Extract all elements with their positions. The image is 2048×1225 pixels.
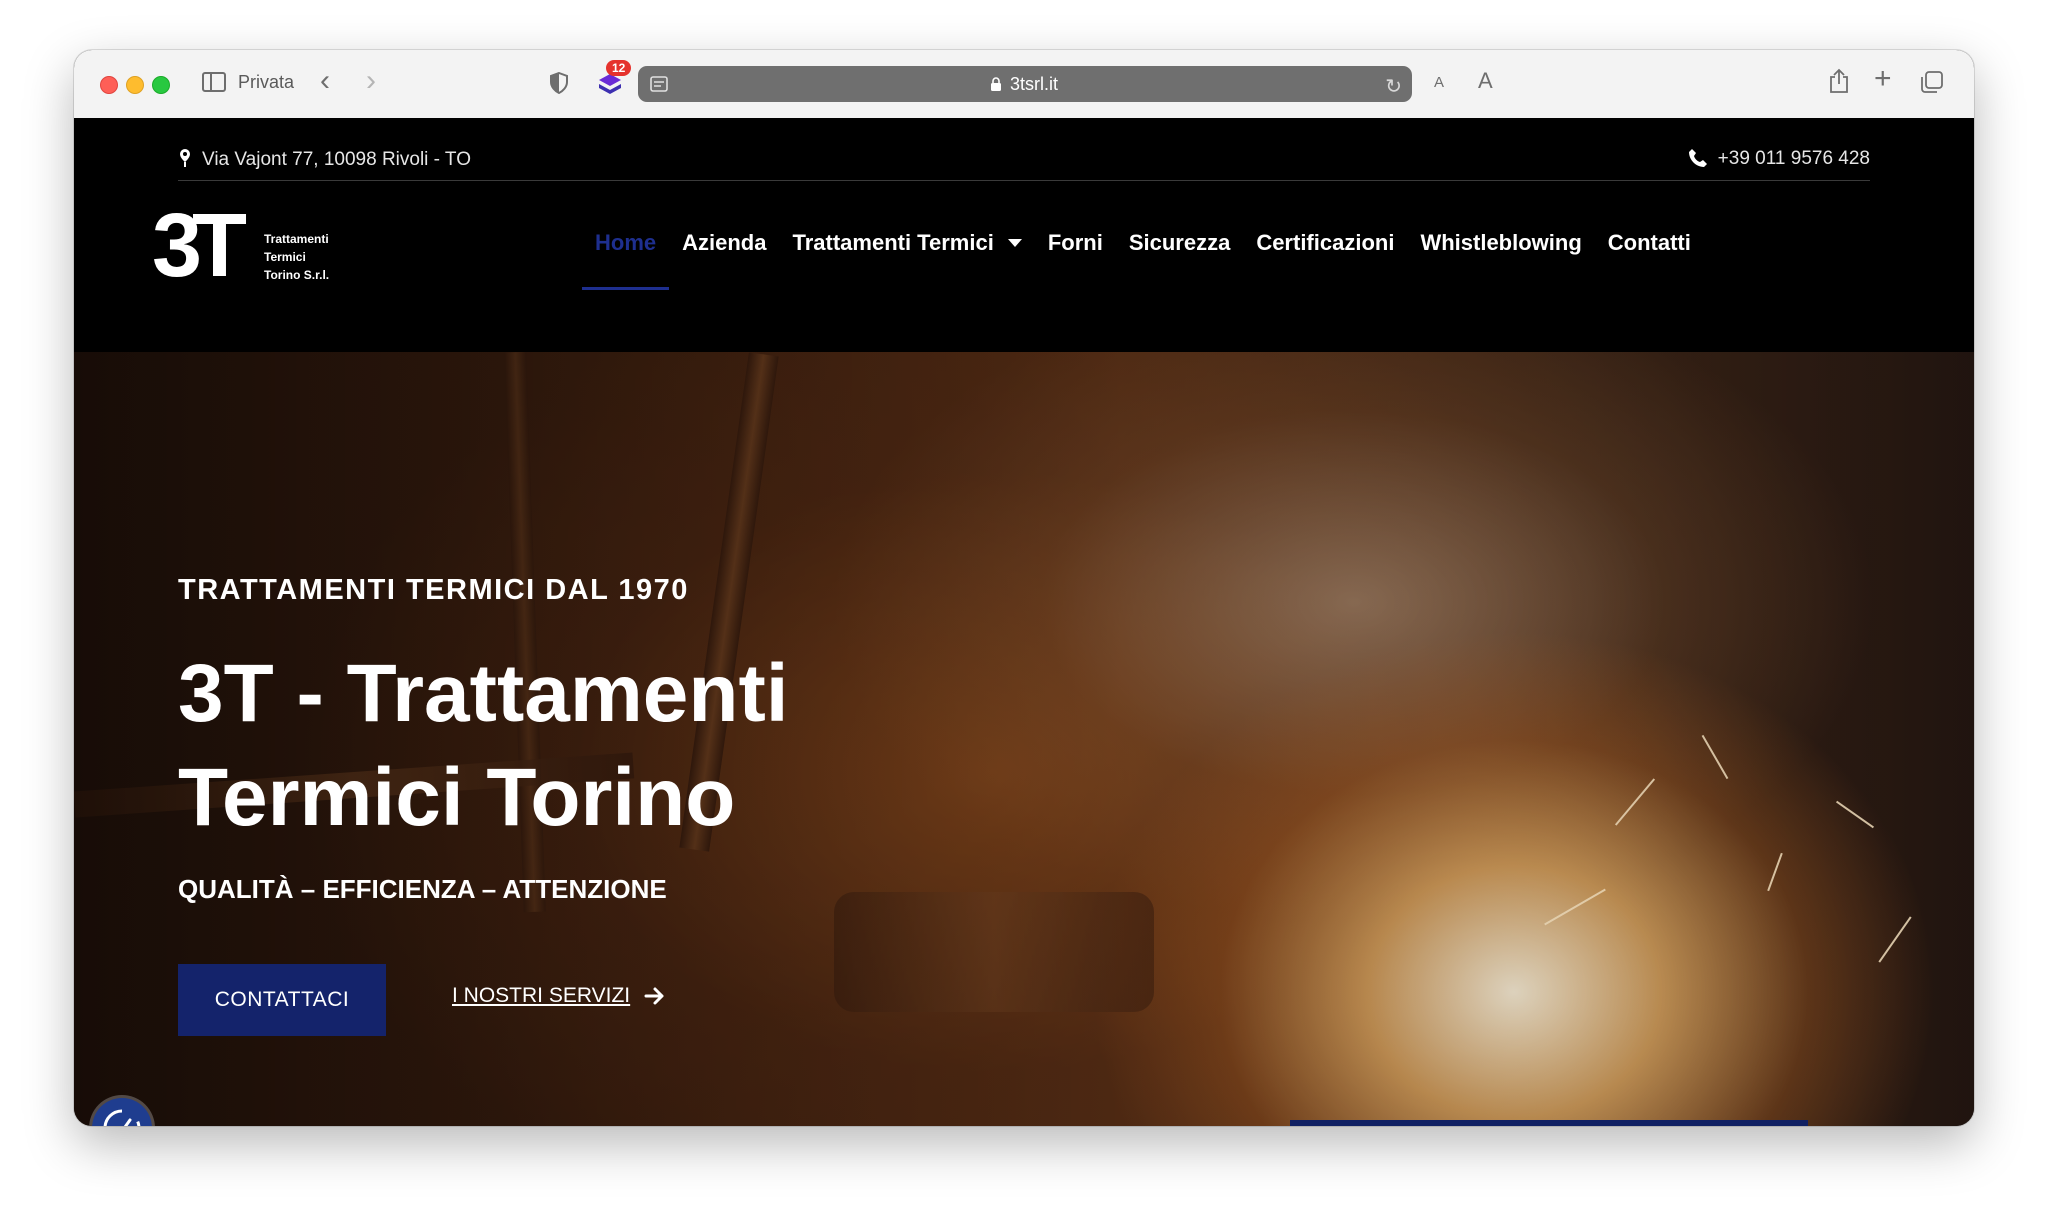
- hero-headline: 3T - Trattamenti Termici Torino: [178, 648, 789, 843]
- forward-arrow-icon[interactable]: ›: [366, 66, 376, 96]
- nostri-servizi-link[interactable]: I NOSTRI SERVIZI: [452, 984, 666, 1008]
- logo-line: Trattamenti: [264, 232, 329, 246]
- browser-toolbar: Privata ‹ › 12 3tsrl.it ↻ A A +: [74, 50, 1974, 119]
- url-text: 3tsrl.it: [1010, 74, 1059, 94]
- privacy-shield-icon[interactable]: [550, 72, 568, 94]
- location-pin-icon: [180, 149, 190, 167]
- logo-text: Trattamenti Termici Torino S.r.l.: [264, 230, 329, 284]
- page-menu-icon[interactable]: [650, 76, 668, 92]
- reload-icon[interactable]: ↻: [1385, 74, 1402, 99]
- bottom-info-bar: [1290, 1120, 1808, 1126]
- logo-mark: 3T: [152, 196, 247, 296]
- share-icon[interactable]: [1828, 68, 1850, 94]
- logo-line: Termici: [264, 250, 306, 264]
- phone-icon: [1688, 149, 1707, 167]
- address-info: Via Vajont 77, 10098 Rivoli - TO: [178, 148, 471, 171]
- accessibility-icon: [103, 1109, 141, 1126]
- phone-info[interactable]: +39 011 9576 428: [1688, 148, 1870, 170]
- nav-trattamenti-termici[interactable]: Trattamenti Termici: [779, 206, 1034, 272]
- extension-badge: 12: [606, 60, 632, 76]
- nav-contatti[interactable]: Contatti: [1595, 206, 1704, 272]
- phone-text[interactable]: +39 011 9576 428: [1718, 148, 1870, 169]
- nav-certificazioni[interactable]: Certificazioni: [1243, 206, 1407, 272]
- back-arrow-icon[interactable]: ‹: [320, 66, 330, 96]
- nav-trattamenti-label: Trattamenti Termici: [792, 230, 994, 255]
- site-header: Via Vajont 77, 10098 Rivoli - TO +39 011…: [74, 118, 1974, 352]
- increase-text-size-button[interactable]: A: [1478, 68, 1493, 94]
- main-navigation: Home Azienda Trattamenti Termici Forni S…: [582, 206, 1704, 290]
- minimize-window-button[interactable]: [126, 76, 144, 94]
- hero-eyebrow: TRATTAMENTI TERMICI DAL 1970: [178, 574, 689, 606]
- logo-line: Torino S.r.l.: [264, 268, 330, 282]
- caret-down-icon[interactable]: [1007, 239, 1022, 247]
- browser-window: Privata ‹ › 12 3tsrl.it ↻ A A + Via Vajo…: [74, 50, 1974, 1126]
- nav-sicurezza[interactable]: Sicurezza: [1116, 206, 1244, 272]
- address-text: Via Vajont 77, 10098 Rivoli - TO: [202, 149, 471, 170]
- address-bar[interactable]: 3tsrl.it ↻: [638, 66, 1412, 102]
- private-mode-label: Privata: [238, 72, 295, 92]
- nav-home[interactable]: Home: [582, 206, 670, 290]
- nav-forni[interactable]: Forni: [1035, 206, 1116, 272]
- tab-overview-icon[interactable]: [1920, 70, 1944, 94]
- hero-tagline: QUALITÀ – EFFICIENZA – ATTENZIONE: [178, 874, 667, 904]
- nav-whistleblowing[interactable]: Whistleblowing: [1407, 206, 1594, 272]
- accessibility-button[interactable]: [92, 1098, 152, 1126]
- close-window-button[interactable]: [100, 76, 118, 94]
- zoom-window-button[interactable]: [152, 76, 170, 94]
- sidebar-toggle-icon[interactable]: [202, 72, 226, 92]
- hero-section: TRATTAMENTI TERMICI DAL 1970 3T - Tratta…: [74, 352, 1974, 1126]
- header-divider: [178, 180, 1870, 181]
- arrow-right-icon: [644, 987, 664, 1005]
- nostri-servizi-label: I NOSTRI SERVIZI: [452, 984, 631, 1007]
- site-logo[interactable]: 3T Trattamenti Termici Torino S.r.l.: [152, 196, 352, 296]
- lock-icon: [991, 77, 1001, 91]
- nav-azienda[interactable]: Azienda: [669, 206, 779, 272]
- decrease-text-size-button[interactable]: A: [1434, 74, 1444, 91]
- contattaci-button[interactable]: CONTATTACI: [178, 964, 386, 1036]
- new-tab-icon[interactable]: +: [1874, 64, 1892, 94]
